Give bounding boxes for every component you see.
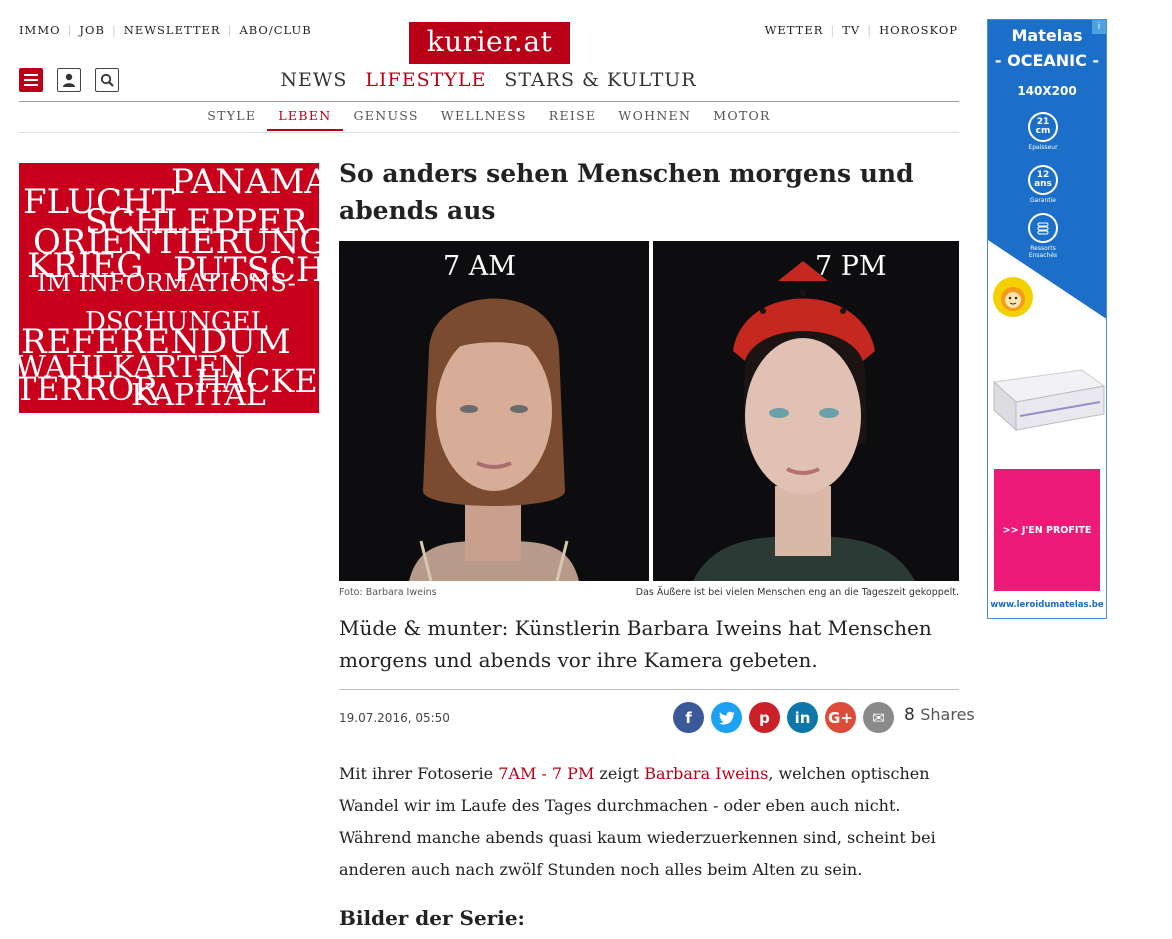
ad-feature-warranty: 12 ans Garantie <box>1026 165 1060 204</box>
body-text-part: zeigt <box>594 764 645 783</box>
mattress-ad[interactable]: i Matelas - OCEANIC - 140X200 21 cm Epais… <box>987 19 1107 619</box>
tag-im-informations: IM INFORMATIONS- <box>37 269 296 297</box>
linkedin-icon: in <box>794 708 811 727</box>
ad-brand: Matelas <box>1011 26 1083 45</box>
nav-link-abo-club[interactable]: ABO/CLUB <box>239 23 311 37</box>
photo-credit: Foto: Barbara Iweins <box>339 587 437 598</box>
spring-icon <box>1028 213 1058 243</box>
ad-url[interactable]: www.leroidumatelas.be <box>988 600 1106 610</box>
nav-link-tv[interactable]: TV <box>842 23 860 37</box>
divider <box>19 132 959 133</box>
article-date: 19.07.2016, 05:50 <box>339 711 450 725</box>
divider <box>339 689 959 690</box>
pinterest-icon: p <box>759 708 770 727</box>
ad-cta-button[interactable]: >> J'EN PROFITE <box>994 469 1100 591</box>
feature-label: Epaisseur <box>1028 144 1058 151</box>
share-pinterest-button[interactable]: p <box>749 702 780 733</box>
separator: | <box>867 23 873 37</box>
mattress-image <box>992 369 1106 432</box>
feature-unit: cm <box>1035 126 1051 136</box>
separator: | <box>227 23 233 37</box>
share-count-label: Shares <box>920 705 975 724</box>
body-text-part: Mit ihrer Fotoserie <box>339 764 499 783</box>
ad-feature-thickness: 21 cm Epaisseur <box>1026 112 1060 151</box>
separator: | <box>830 23 836 37</box>
divider <box>19 101 959 102</box>
main-nav-stars-kultur[interactable]: STARS & KULTUR <box>504 69 696 91</box>
separator: | <box>111 23 117 37</box>
topic-cloud-promo[interactable]: PANAMA FLUCHT SCHLEPPER ORIENTIERUNG KRI… <box>19 163 319 413</box>
separator: | <box>67 23 73 37</box>
nav-link-wetter[interactable]: WETTER <box>765 23 824 37</box>
email-icon: ✉ <box>872 708 885 727</box>
sub-nav-genuss[interactable]: GENUSS <box>343 108 430 131</box>
share-email-button[interactable]: ✉ <box>863 702 894 733</box>
sub-nav-reise[interactable]: REISE <box>538 108 608 131</box>
feature-label: Ressorts Ensachés <box>1028 245 1058 259</box>
ad-size: 140X200 <box>1017 84 1077 98</box>
warranty-icon: 12 ans <box>1028 165 1058 195</box>
sub-nav-style[interactable]: STYLE <box>196 108 267 131</box>
photo-caption: Das Äußere ist bei vielen Menschen eng a… <box>635 587 959 598</box>
share-googleplus-button[interactable]: G+ <box>825 702 856 733</box>
twitter-icon <box>718 711 735 725</box>
googleplus-icon: G+ <box>828 708 853 727</box>
share-count-number: 8 <box>904 705 915 725</box>
main-nav: NEWS LIFESTYLE STARS & KULTUR <box>0 69 959 91</box>
ad-model: - OCEANIC - <box>994 51 1100 70</box>
photo-label-7am: 7 AM <box>443 251 516 282</box>
tag-panama: PANAMA <box>171 163 319 202</box>
tag-kapital: KAPITAL <box>131 378 266 413</box>
link-series-7am-7pm[interactable]: 7AM - 7 PM <box>498 764 594 783</box>
sub-nav: STYLE LEBEN GENUSS WELLNESS REISE WOHNEN… <box>0 108 978 131</box>
feature-unit: ans <box>1034 179 1052 189</box>
article-headline: So anders sehen Menschen morgens und abe… <box>339 159 914 225</box>
sub-nav-motor[interactable]: MOTOR <box>702 108 782 131</box>
article-lead: Müde & munter: Künstlerin Barbara Iweins… <box>339 616 932 672</box>
nav-link-immo[interactable]: IMMO <box>19 23 61 37</box>
utility-nav-left: IMMO | JOB | NEWSLETTER | ABO/CLUB <box>19 23 312 37</box>
article-photo[interactable]: 7 AM 7 PM <box>339 241 959 581</box>
nav-link-newsletter[interactable]: NEWSLETTER <box>124 23 221 37</box>
share-counter: 8 Shares <box>904 705 975 725</box>
photo-morning-portrait <box>339 241 649 581</box>
share-twitter-button[interactable] <box>711 702 742 733</box>
gallery-subhead: Bilder der Serie: <box>339 906 525 930</box>
utility-nav-right: WETTER | TV | HOROSKOP <box>765 23 958 37</box>
nav-link-job[interactable]: JOB <box>79 23 105 37</box>
thickness-icon: 21 cm <box>1028 112 1058 142</box>
sub-nav-leben[interactable]: LEBEN <box>267 108 343 131</box>
article-body: Mit ihrer Fotoserie 7AM - 7 PM zeigt Bar… <box>339 758 959 886</box>
share-facebook-button[interactable]: f <box>673 702 704 733</box>
main-nav-news[interactable]: NEWS <box>280 69 347 91</box>
photo-label-7pm: 7 PM <box>815 251 887 282</box>
ad-feature-springs: Ressorts Ensachés <box>1026 213 1060 259</box>
sub-nav-wellness[interactable]: WELLNESS <box>430 108 538 131</box>
main-nav-lifestyle[interactable]: LIFESTYLE <box>365 69 486 91</box>
nav-link-horoskop[interactable]: HOROSKOP <box>879 23 958 37</box>
link-barbara-iweins[interactable]: Barbara Iweins <box>644 764 768 783</box>
lion-mascot-icon <box>993 277 1033 317</box>
site-logo[interactable]: kurier.at <box>409 22 570 64</box>
photo-evening-portrait <box>653 241 959 581</box>
facebook-icon: f <box>685 708 692 727</box>
sub-nav-wohnen[interactable]: WOHNEN <box>607 108 702 131</box>
feature-label: Garantie <box>1030 197 1056 204</box>
share-linkedin-button[interactable]: in <box>787 702 818 733</box>
